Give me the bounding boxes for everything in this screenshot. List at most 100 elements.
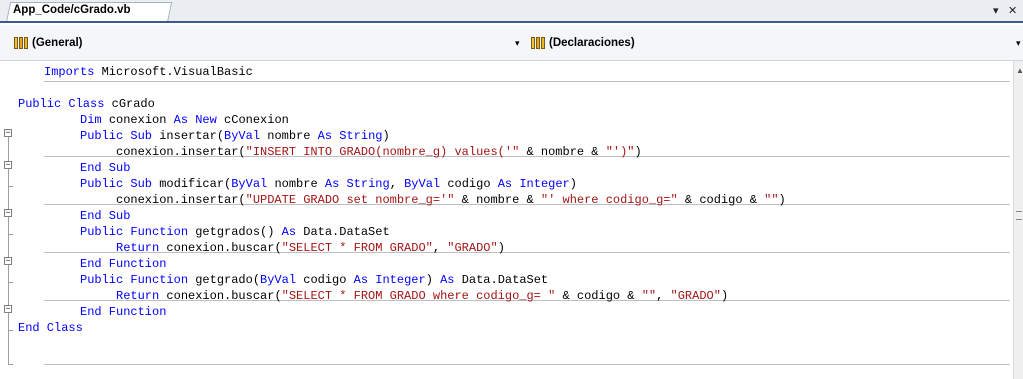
code-token: ) [497, 241, 505, 255]
code-token: "')" [605, 145, 635, 159]
code-line[interactable]: Public Sub insertar(ByVal nombre As Stri… [0, 128, 1010, 144]
navigation-bar: (General) ▾ (Declaraciones) ▾ [0, 25, 1023, 61]
class-outline-end [8, 364, 13, 365]
vertical-scrollbar[interactable]: ▲ [1013, 61, 1023, 379]
code-token: & codigo & [677, 193, 765, 207]
class-name-combobox[interactable]: (General) [10, 34, 525, 52]
code-token: "SELECT * FROM GRADO" [281, 241, 433, 255]
code-token: ) [569, 177, 577, 191]
code-token: End Sub [80, 161, 131, 175]
method-name-dropdown-icon[interactable]: ▾ [1016, 39, 1021, 48]
code-token: ByVal [231, 177, 275, 191]
procedure-separator [44, 364, 1010, 365]
code-token: "GRADO" [447, 241, 498, 255]
code-token: codigo [303, 273, 354, 287]
close-document-icon[interactable]: ✕ [1008, 6, 1017, 17]
code-editor[interactable]: − − − − − Imports Microsoft.VisualBasic P… [0, 61, 1013, 379]
code-token: ) [778, 193, 786, 207]
code-token: Data.DataSet [461, 273, 549, 287]
code-line[interactable]: Public Function getgrado(ByVal codigo As… [0, 272, 1010, 288]
code-token: Public Function [80, 273, 196, 287]
code-line[interactable]: Dim conexion As New cConexion [0, 112, 1010, 128]
code-line[interactable]: End Function [0, 304, 1010, 320]
code-token: Data.DataSet [303, 225, 390, 239]
code-token: ByVal [404, 177, 448, 191]
code-token: Public Sub [80, 177, 160, 191]
code-token: , [432, 241, 448, 255]
code-token: End Class [18, 321, 83, 335]
code-line[interactable]: End Sub [0, 160, 1010, 176]
code-line[interactable]: Public Class cGrado [0, 96, 1010, 112]
code-token: As String [317, 129, 383, 143]
code-token: , [656, 289, 671, 303]
code-token: "GRADO" [670, 289, 721, 303]
code-token: As Integer [353, 273, 426, 287]
code-token: conexion.buscar( [166, 289, 282, 303]
code-line[interactable]: Return conexion.buscar("SELECT * FROM GR… [0, 240, 1010, 256]
code-token: ) [382, 129, 390, 143]
code-token: & nombre & [519, 145, 606, 159]
code-line[interactable]: Public Function getgrados() As Data.Data… [0, 224, 1010, 240]
code-token: As [281, 225, 304, 239]
method-name-value: (Declaraciones) [549, 37, 635, 49]
code-token: "" [641, 289, 657, 303]
tab-strip-underline [0, 21, 1023, 23]
code-token: As String [324, 177, 390, 191]
code-token: Public Class [18, 97, 112, 111]
code-token: As New [173, 113, 225, 127]
class-name-value: (General) [32, 37, 83, 49]
code-token: "' where codigo_g=" [540, 193, 678, 207]
code-token: Public Function [80, 225, 196, 239]
code-line[interactable]: End Function [0, 256, 1010, 272]
code-token: cConexion [224, 113, 289, 127]
scroll-up-icon[interactable]: ▲ [1016, 67, 1023, 75]
document-tab-strip: App_Code/cGrado.vb ▾ ✕ [0, 0, 1023, 23]
code-token: & nombre & [454, 193, 541, 207]
code-token: Public Sub [80, 129, 160, 143]
code-line[interactable]: Return conexion.buscar("SELECT * FROM GR… [0, 288, 1010, 304]
code-line[interactable]: End Class [0, 320, 1010, 336]
code-token: ) [634, 145, 642, 159]
code-token: Dim [80, 113, 109, 127]
code-line[interactable]: End Sub [0, 208, 1010, 224]
class-name-dropdown-icon[interactable]: ▾ [515, 39, 520, 48]
code-token: End Function [80, 257, 167, 271]
code-token: Return [116, 241, 167, 255]
scroll-thumb-grip[interactable] [1016, 211, 1022, 220]
class-icon [14, 37, 29, 49]
code-token: modificar( [159, 177, 232, 191]
code-token: conexion.insertar( [116, 193, 246, 207]
declarations-icon [531, 37, 546, 49]
code-token: "" [764, 193, 779, 207]
code-token: getgrado( [195, 273, 261, 287]
code-token: codigo [447, 177, 498, 191]
method-name-combobox[interactable]: (Declaraciones) [527, 34, 1017, 52]
code-token: ) [425, 273, 441, 287]
code-token: getgrados() [195, 225, 282, 239]
code-token: End Sub [80, 209, 131, 223]
code-line[interactable]: Public Sub modificar(ByVal nombre As Str… [0, 176, 1010, 192]
code-line[interactable]: conexion.insertar("INSERT INTO GRADO(nom… [0, 144, 1010, 160]
code-token: Return [116, 289, 167, 303]
code-token: conexion [108, 113, 174, 127]
code-token: conexion.insertar( [116, 145, 246, 159]
code-token: ByVal [224, 129, 268, 143]
code-token: nombre [274, 177, 325, 191]
code-token: ByVal [260, 273, 304, 287]
code-token: Imports Microsoft.VisualBasic [44, 65, 253, 79]
code-token: "UPDATE GRADO set nombre_g='" [245, 193, 455, 207]
document-tab-title[interactable]: App_Code/cGrado.vb [13, 4, 131, 16]
code-line[interactable]: conexion.insertar("UPDATE GRADO set nomb… [0, 192, 1010, 208]
code-token: As Integer [497, 177, 570, 191]
code-token: insertar( [159, 129, 225, 143]
code-token: cGrado [111, 97, 155, 111]
code-token: End Function [80, 305, 167, 319]
code-token: conexion.buscar( [166, 241, 282, 255]
code-token: , [389, 177, 405, 191]
code-token: "SELECT * FROM GRADO where codigo_g= " [281, 289, 556, 303]
tab-list-dropdown-icon[interactable]: ▾ [993, 6, 999, 17]
code-token: "INSERT INTO GRADO(nombre_g) values('" [245, 145, 520, 159]
code-token: & codigo & [555, 289, 642, 303]
code-line[interactable]: Imports Microsoft.VisualBasic [0, 64, 1010, 80]
code-line[interactable] [0, 80, 1010, 96]
